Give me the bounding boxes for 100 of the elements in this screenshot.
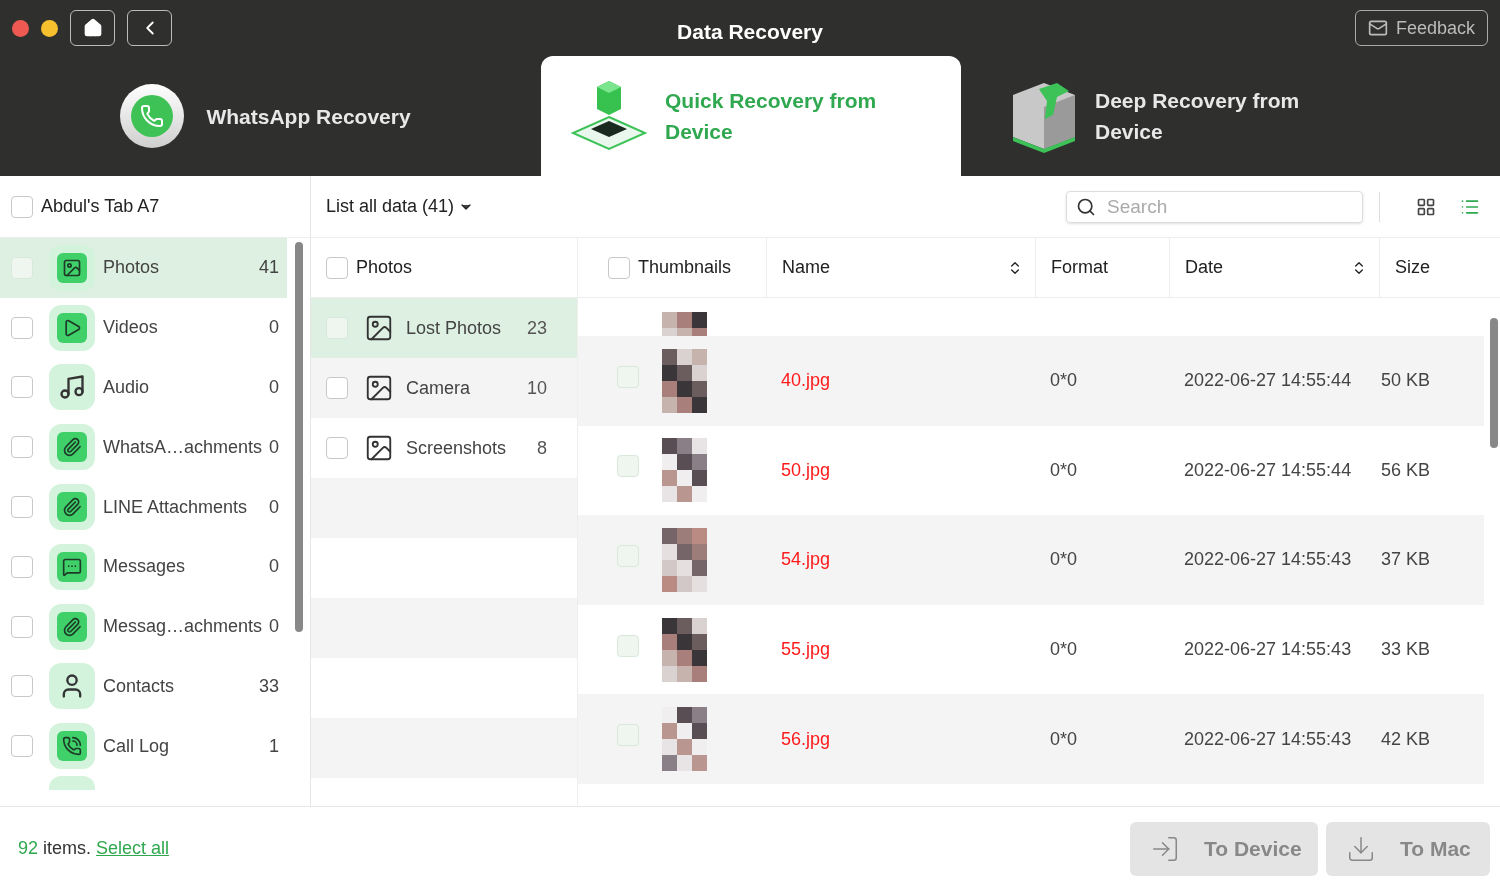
category-item[interactable]: Messag…achments 0 — [0, 596, 288, 657]
checkbox[interactable] — [11, 195, 33, 218]
checkbox[interactable] — [617, 455, 639, 478]
phone-icon — [49, 723, 95, 770]
music-note-icon — [49, 364, 95, 411]
album-label: Lost Photos — [406, 316, 502, 340]
minimize-button[interactable] — [41, 19, 58, 37]
album-label: Camera — [406, 376, 471, 400]
file-format: 0*0 — [1050, 369, 1079, 393]
recovery-tab[interactable]: Deep Recovery from Device — [961, 56, 1500, 176]
category-count: 0 — [269, 495, 280, 519]
category-count: 0 — [269, 615, 280, 639]
close-button[interactable] — [12, 19, 29, 37]
file-row[interactable]: 56.jpg 0*0 2022-06-27 14:55:43 42 KB — [578, 694, 1484, 784]
checkbox[interactable] — [617, 545, 639, 567]
category-count: 0 — [269, 435, 280, 459]
photo-icon — [49, 244, 95, 291]
checkbox[interactable] — [11, 316, 33, 339]
checkbox[interactable] — [326, 256, 348, 279]
album-label: Screenshots — [406, 436, 507, 460]
file-format: 0*0 — [1050, 638, 1079, 662]
checkbox[interactable] — [617, 724, 639, 747]
checkbox[interactable] — [617, 365, 639, 388]
column-header[interactable]: Name — [767, 238, 1036, 297]
paperclip-icon — [49, 603, 95, 650]
cube-platform-icon — [569, 79, 649, 153]
file-format: 0*0 — [1050, 727, 1079, 751]
category-label: LINE Attachments — [103, 495, 248, 519]
checkbox[interactable] — [11, 555, 33, 578]
file-size: 33 KB — [1381, 638, 1431, 662]
file-size: 37 KB — [1381, 548, 1431, 572]
category-item[interactable]: Contacts 33 — [0, 656, 288, 717]
checkbox[interactable] — [11, 436, 33, 459]
checkbox[interactable] — [11, 376, 33, 399]
file-row[interactable]: 40.jpg 0*0 2022-06-27 14:55:44 50 KB — [578, 336, 1484, 426]
category-item[interactable]: Call Log 1 — [0, 716, 288, 777]
file-date: 2022-06-27 14:55:44 — [1184, 458, 1353, 482]
checkbox[interactable] — [11, 675, 33, 698]
album-count: 8 — [537, 436, 547, 460]
column-header[interactable]: Date — [1170, 238, 1380, 297]
checkbox[interactable] — [11, 735, 33, 758]
album-header: Photos — [356, 256, 413, 279]
album-count: 23 — [526, 316, 547, 340]
category-count: 41 — [259, 256, 280, 280]
category-label: Call Log — [103, 734, 170, 758]
envelope-icon — [1367, 18, 1388, 38]
category-item[interactable]: Videos 0 — [0, 297, 288, 358]
search-icon — [1076, 196, 1096, 217]
file-row[interactable]: 54.jpg 0*0 2022-06-27 14:55:43 37 KB — [578, 515, 1484, 605]
column-header[interactable]: Size — [1380, 238, 1500, 297]
device-name: Abdul's Tab A7 — [41, 195, 160, 218]
album-item[interactable]: Lost Photos 23 — [311, 298, 577, 358]
checkbox[interactable] — [608, 256, 630, 279]
category-item[interactable]: Audio 0 — [0, 357, 288, 418]
paperclip-icon — [49, 424, 95, 471]
back-button[interactable] — [127, 10, 172, 46]
category-label: Audio — [103, 376, 150, 399]
checkbox[interactable] — [11, 615, 33, 638]
checkbox[interactable] — [617, 634, 639, 657]
category-item[interactable]: LINE Attachments 0 — [0, 477, 288, 537]
chat-bubble-icon — [49, 543, 95, 590]
column-header[interactable]: Thumbnails — [578, 238, 767, 297]
checkbox[interactable] — [11, 496, 33, 519]
photo-icon — [364, 313, 394, 343]
category-item[interactable]: Messages 0 — [0, 537, 288, 597]
window-title: Data Recovery — [677, 19, 823, 45]
file-date: 2022-06-27 14:55:44 — [1184, 369, 1353, 393]
file-size: 42 KB — [1381, 727, 1431, 751]
person-icon — [49, 663, 95, 710]
search-field[interactable]: Search — [1066, 190, 1363, 223]
file-date: 2022-06-27 14:55:43 — [1184, 638, 1353, 662]
file-size: 50 KB — [1381, 369, 1431, 393]
category-label: Photos — [103, 256, 160, 280]
category-label: Messag…achments — [103, 615, 263, 639]
file-size: 56 KB — [1381, 458, 1431, 482]
file-name: 56.jpg — [781, 727, 832, 751]
filter-dropdown[interactable]: List all data (41) — [326, 193, 475, 220]
category-label: WhatsA…achments — [103, 435, 263, 459]
recovery-tab[interactable]: WhatsApp Recovery — [0, 56, 541, 176]
paperclip-icon — [49, 484, 95, 531]
category-count: 0 — [269, 555, 280, 579]
checkbox[interactable] — [326, 437, 348, 459]
items-text: items. — [43, 837, 92, 860]
category-item[interactable]: Photos 41 — [0, 238, 288, 298]
scrollbar[interactable] — [1490, 318, 1498, 448]
album-count: 10 — [526, 376, 547, 400]
home-icon — [82, 18, 103, 38]
play-icon — [49, 304, 95, 351]
scrollbar[interactable] — [294, 242, 303, 632]
column-header[interactable]: Format — [1036, 238, 1170, 297]
file-name: 40.jpg — [781, 369, 832, 393]
album-item[interactable]: Camera 10 — [311, 358, 577, 418]
item-count: 92 — [18, 837, 39, 860]
home-button[interactable] — [70, 10, 115, 46]
file-format: 0*0 — [1050, 458, 1079, 482]
checkbox[interactable] — [326, 377, 348, 399]
feedback-button[interactable]: Feedback — [1354, 10, 1488, 46]
photo-icon — [364, 373, 394, 403]
category-count: 0 — [269, 376, 280, 399]
category-item[interactable]: WhatsA…achments 0 — [0, 417, 288, 478]
